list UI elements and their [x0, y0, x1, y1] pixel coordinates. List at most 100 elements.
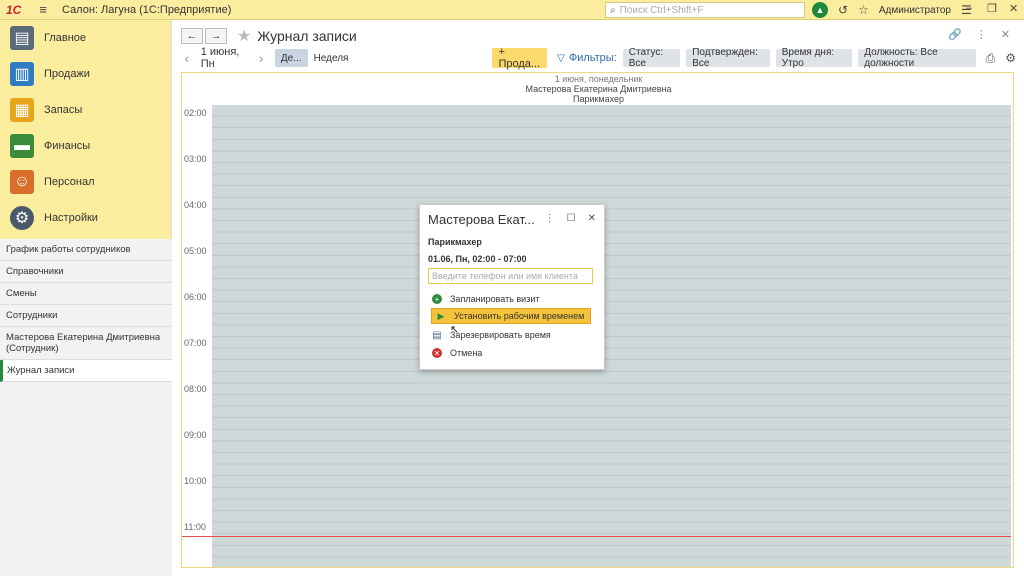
document-header-actions: 🔗 ⋮ ✕ [948, 28, 1010, 41]
sidebar-item-main[interactable]: ▤ Главное [0, 20, 171, 56]
open-window-item[interactable]: Смены [0, 283, 172, 305]
app-logo: 1С [6, 2, 22, 17]
sidebar-item-staff[interactable]: ☺ Персонал [0, 164, 171, 200]
print-icon[interactable]: ⎙ [986, 51, 996, 66]
favorites-star-icon[interactable]: ☆ [858, 3, 869, 17]
set-working-time-action[interactable]: ▶ Установить рабочим временем [431, 308, 591, 324]
time-label: 10:00 [184, 476, 207, 486]
current-date: 1 июня, Пн [200, 46, 240, 70]
sidebar-item-label: Главное [44, 32, 87, 44]
global-search[interactable]: ⌕ Поиск Ctrl+Shift+F [605, 2, 805, 18]
calendar-grid[interactable] [212, 105, 1011, 567]
plan-visit-action[interactable]: + Запланировать визит [432, 291, 539, 307]
close-icon[interactable]: ✕ [588, 213, 596, 224]
forward-button[interactable]: → [205, 28, 227, 44]
filter-confirmed-chip[interactable]: Подтвержден: Все [686, 47, 770, 69]
home-icon: ▤ [10, 26, 34, 50]
more-menu-icon[interactable]: ⋮ [976, 28, 987, 41]
stock-icon: ▦ [10, 98, 34, 122]
page-title: Журнал записи [257, 28, 357, 44]
staff-icon: ☺ [10, 170, 34, 194]
sidebar-item-sales[interactable]: ▥ Продажи [0, 56, 171, 92]
popup-title: Мастерова Екат... [428, 212, 535, 227]
sidebar-item-label: Финансы [44, 140, 91, 152]
calendar-date: 1 июня, понедельник [554, 74, 643, 84]
next-date-icon[interactable]: › [255, 50, 267, 66]
sidebar-item-label: Персонал [44, 176, 95, 188]
restore-icon[interactable]: ❐ [987, 2, 997, 15]
favorite-star-icon[interactable]: ★ [237, 26, 251, 46]
app-title: Салон: Лагуна (1С:Предприятие) [62, 3, 232, 16]
day-view-button[interactable]: Де... [274, 49, 308, 67]
time-label: 11:00 [184, 522, 206, 532]
open-window-item[interactable]: Мастерова Екатерина Дмитриевна (Сотрудни… [0, 327, 172, 360]
popup-controls: ⋮ ☐ ✕ [545, 213, 596, 224]
more-menu-icon[interactable]: ⋮ [545, 213, 555, 224]
maximize-icon[interactable]: ☐ [567, 213, 576, 224]
calendar-position: Парикмахер [572, 94, 625, 104]
open-window-item[interactable]: Сотрудники [0, 305, 172, 327]
prev-date-icon[interactable]: ‹ [181, 50, 193, 66]
popup-time: 01.06, Пн, 02:00 - 07:00 [428, 254, 527, 264]
filter-icon: ▽ [557, 52, 565, 64]
gear-icon: ⚙ [10, 206, 34, 230]
wallet-icon: ▬ [10, 134, 34, 158]
slot-popup: Мастерова Екат... ⋮ ☐ ✕ Парикмахер 01.06… [419, 204, 605, 370]
time-label: 03:00 [184, 154, 207, 164]
filter-position-chip[interactable]: Должность: Все должности [858, 47, 976, 69]
cancel-icon: ✕ [432, 348, 442, 358]
filters-label[interactable]: ▽ Фильтры: [557, 52, 617, 64]
plus-circle-icon: + [432, 294, 442, 304]
cancel-action[interactable]: ✕ Отмена [432, 345, 482, 361]
minimize-icon[interactable]: – [966, 2, 972, 14]
sidebar-item-finance[interactable]: ▬ Финансы [0, 128, 171, 164]
search-icon: ⌕ [610, 4, 616, 16]
filters-text: Фильтры: [568, 52, 617, 64]
open-window-item[interactable]: Справочники [0, 261, 172, 283]
open-windows-list: График работы сотрудников Справочники См… [0, 239, 172, 576]
close-document-icon[interactable]: ✕ [1001, 28, 1010, 41]
action-label: Отмена [450, 348, 483, 358]
notifications-icon[interactable]: ▲ [812, 2, 828, 18]
mouse-cursor-icon: ↖ [450, 324, 460, 336]
sidebar-item-settings[interactable]: ⚙ Настройки [0, 200, 171, 236]
filter-status-chip[interactable]: Статус: Все [622, 47, 681, 69]
top-icons: ▲ ↺ ☆ Администратор ☰ [812, 2, 972, 18]
time-label: 08:00 [184, 384, 207, 394]
week-view-button[interactable]: Неделя [308, 49, 355, 67]
client-search-input[interactable]: Введите телефон или имя клиента [428, 268, 593, 284]
popup-role: Парикмахер [428, 237, 482, 247]
settings-gear-icon[interactable]: ⚙ [1005, 51, 1016, 65]
action-label: Установить рабочим временем [454, 311, 585, 321]
open-window-item-active[interactable]: Журнал записи [0, 360, 172, 382]
sidebar-item-label: Продажи [44, 68, 90, 80]
filter-daytime-chip[interactable]: Время дня: Утро [775, 47, 853, 69]
time-label: 02:00 [184, 108, 207, 118]
calendar-header: 1 июня, понедельник Мастерова Екатерина … [182, 73, 1013, 105]
time-column: 02:00 03:00 04:00 05:00 06:00 07:00 08:0… [182, 105, 212, 567]
current-user[interactable]: Администратор [879, 5, 951, 16]
time-label: 04:00 [184, 200, 207, 210]
history-icon[interactable]: ↺ [838, 3, 848, 17]
toolbar: ‹ 1 июня, Пн › Де... Неделя + Прода... ▽… [181, 46, 1016, 70]
reserve-icon: ▤ [432, 329, 442, 341]
time-label: 06:00 [184, 292, 207, 302]
add-sale-button[interactable]: + Прода... [492, 46, 548, 70]
sidebar: ▤ Главное ▥ Продажи ▦ Запасы ▬ Финансы ☺… [0, 20, 172, 576]
calendar-employee: Мастерова Екатерина Дмитриевна [525, 84, 672, 94]
sales-chart-icon: ▥ [10, 62, 34, 86]
play-icon: ▶ [437, 310, 445, 321]
back-button[interactable]: ← [181, 28, 203, 44]
document-header: ← → ★ Журнал записи [181, 26, 357, 46]
sidebar-item-stock[interactable]: ▦ Запасы [0, 92, 171, 128]
time-label: 07:00 [184, 338, 207, 348]
current-time-line [182, 536, 1011, 537]
sidebar-item-label: Настройки [44, 212, 98, 224]
main-menu-icon[interactable]: ≡ [34, 2, 52, 17]
open-window-item[interactable]: График работы сотрудников [0, 239, 172, 261]
time-label: 09:00 [184, 430, 207, 440]
action-label: Зарезервировать время [450, 330, 551, 340]
link-icon[interactable]: 🔗 [948, 28, 962, 41]
search-placeholder: Поиск Ctrl+Shift+F [619, 4, 704, 16]
close-window-icon[interactable]: ✕ [1009, 2, 1018, 15]
